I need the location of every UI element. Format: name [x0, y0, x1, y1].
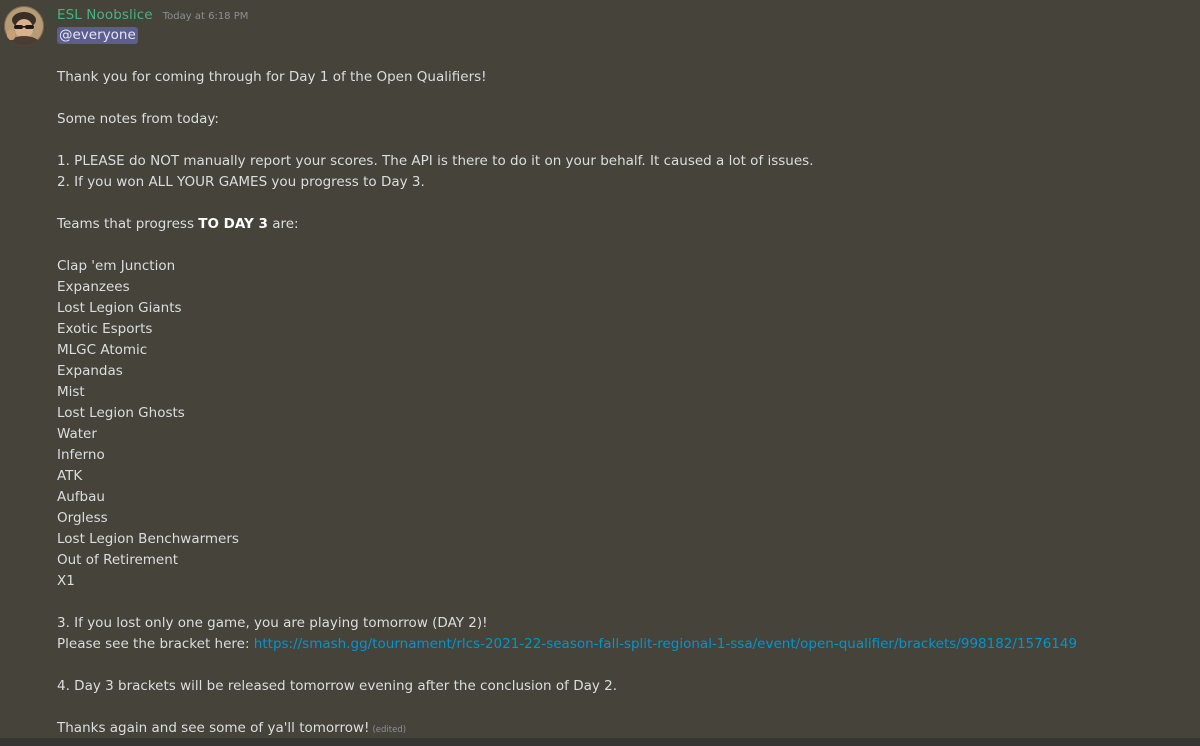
- team-item: Exotic Esports: [57, 321, 153, 337]
- team-item: Orgless: [57, 510, 108, 526]
- team-item: MLGC Atomic: [57, 342, 148, 358]
- team-item: Mist: [57, 384, 85, 400]
- thanks-line: Thank you for coming through for Day 1 o…: [57, 69, 487, 85]
- timestamp: Today at 6:18 PM: [162, 11, 249, 22]
- team-item: ATK: [57, 468, 83, 484]
- message-content: @everyone Thank you for coming through f…: [57, 25, 1187, 739]
- bracket-link[interactable]: https://smash.gg/tournament/rlcs-2021-22…: [254, 636, 1077, 652]
- team-item: Inferno: [57, 447, 105, 463]
- team-item: Water: [57, 426, 97, 442]
- note-3: 3. If you lost only one game, you are pl…: [57, 615, 488, 631]
- team-item: X1: [57, 573, 75, 589]
- mention-line: @everyone: [57, 25, 1187, 46]
- team-item: Clap 'em Junction: [57, 258, 176, 274]
- team-item: Aufbau: [57, 489, 105, 505]
- teams-bold: TO DAY 3: [198, 216, 268, 232]
- notes-heading: Some notes from today:: [57, 111, 219, 127]
- everyone-mention[interactable]: @everyone: [57, 27, 138, 44]
- note-1: 1. PLEASE do NOT manually report your sc…: [57, 153, 814, 169]
- note-4: 4. Day 3 brackets will be released tomor…: [57, 678, 618, 694]
- message-header: ESL Noobslice Today at 6:18 PM: [57, 4, 249, 23]
- user-avatar-icon: [4, 6, 44, 46]
- chat-message: ESL Noobslice Today at 6:18 PM @everyone…: [0, 0, 1200, 738]
- closing-line: Thanks again and see some of ya'll tomor…: [57, 718, 1187, 739]
- edited-label: (edited): [372, 725, 407, 735]
- closing-text: Thanks again and see some of ya'll tomor…: [57, 720, 370, 736]
- team-item: Expanzees: [57, 279, 130, 295]
- avatar[interactable]: [4, 6, 44, 46]
- teams-heading: Teams that progress TO DAY 3 are:: [57, 214, 1187, 235]
- note-2: 2. If you won ALL YOUR GAMES you progres…: [57, 174, 425, 190]
- bracket-prefix: Please see the bracket here:: [57, 636, 250, 652]
- team-item: Lost Legion Benchwarmers: [57, 531, 239, 547]
- team-item: Lost Legion Ghosts: [57, 405, 185, 421]
- bracket-line: Please see the bracket here: https://sma…: [57, 634, 1187, 655]
- teams-prefix: Teams that progress: [57, 216, 199, 232]
- teams-suffix: are:: [267, 216, 299, 232]
- bottom-bar: [0, 738, 1200, 746]
- team-item: Lost Legion Giants: [57, 300, 182, 316]
- team-item: Expandas: [57, 363, 123, 379]
- team-item: Out of Retirement: [57, 552, 179, 568]
- username[interactable]: ESL Noobslice: [57, 7, 153, 23]
